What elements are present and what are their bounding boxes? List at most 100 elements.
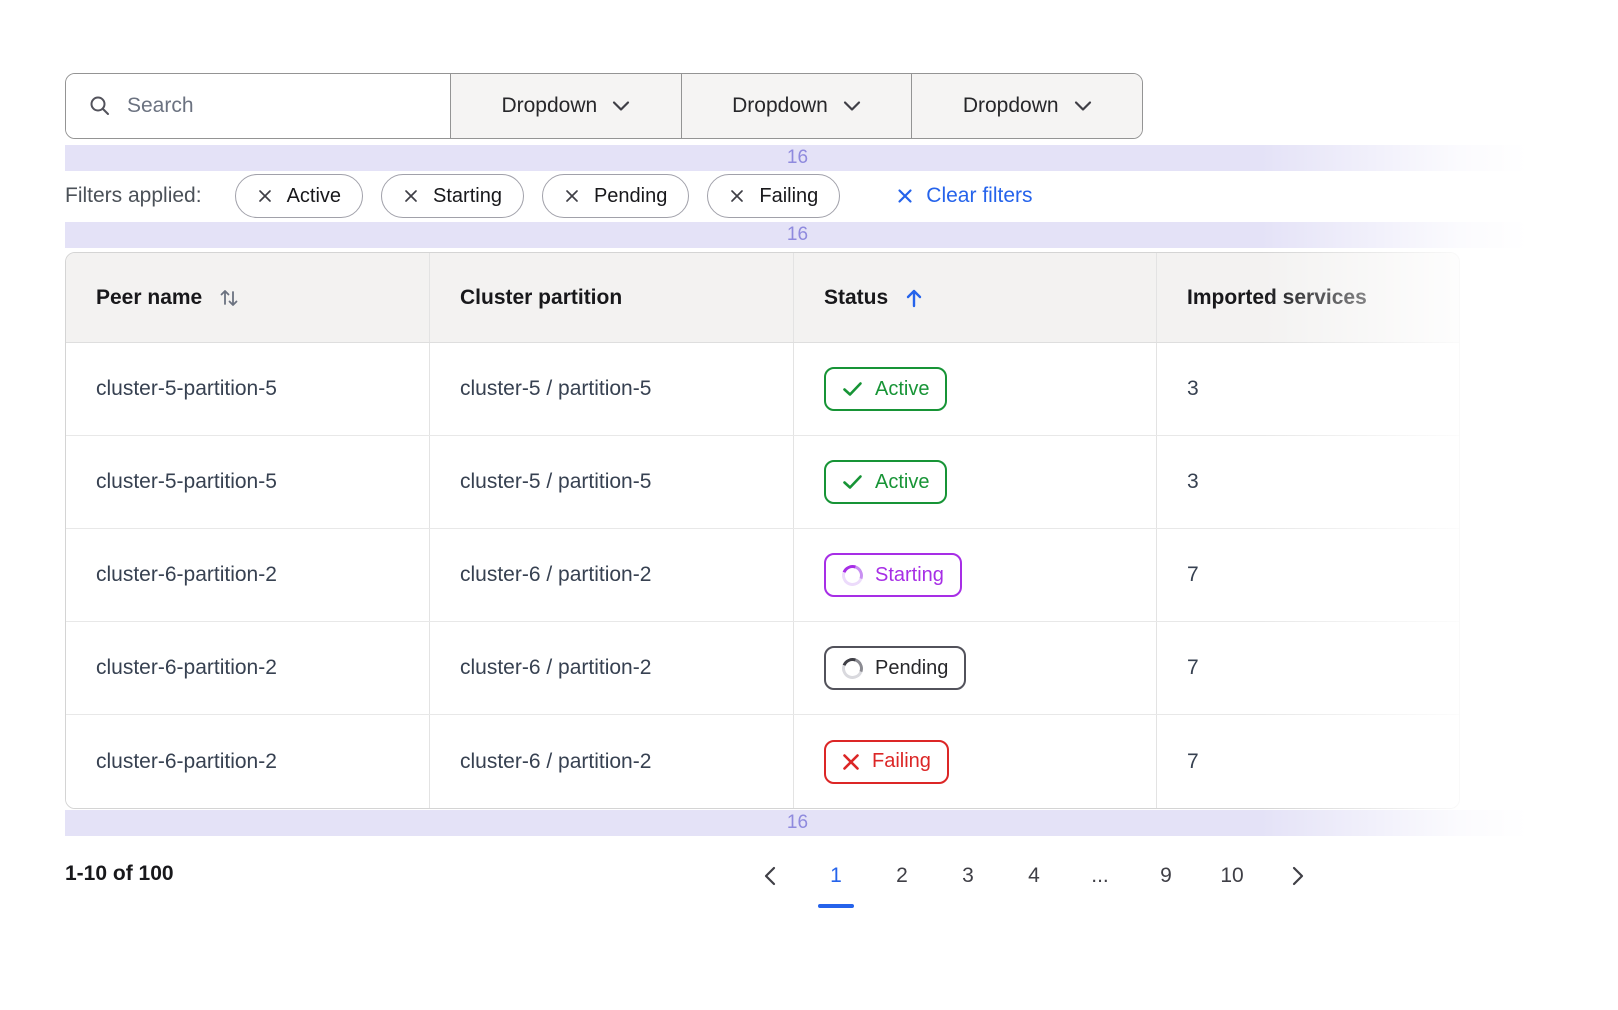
filter-chip-label: Active bbox=[287, 185, 341, 208]
pagination: 1 2 3 4 ... 9 10 bbox=[750, 852, 1318, 900]
check-icon bbox=[842, 474, 863, 490]
search-icon bbox=[88, 94, 112, 118]
previous-page-button[interactable] bbox=[750, 852, 790, 900]
cell-cluster-partition: cluster-6 / partition-2 bbox=[429, 622, 793, 714]
status-badge-label: Active bbox=[875, 471, 929, 494]
cell-cluster-partition: cluster-5 / partition-5 bbox=[429, 436, 793, 528]
cell-peer-name: cluster-5-partition-5 bbox=[66, 343, 429, 435]
check-icon bbox=[842, 381, 863, 397]
cell-imported-services: 3 bbox=[1156, 343, 1459, 435]
cell-peer-name: cluster-5-partition-5 bbox=[66, 436, 429, 528]
cell-imported-services: 3 bbox=[1156, 436, 1459, 528]
current-page-indicator bbox=[818, 904, 854, 908]
page-number: ... bbox=[1091, 864, 1109, 888]
dropdown-label: Dropdown bbox=[732, 94, 828, 118]
spinner-icon bbox=[839, 654, 867, 682]
status-badge-label: Starting bbox=[875, 564, 944, 587]
filter-chip-starting[interactable]: Starting bbox=[381, 174, 524, 218]
cell-cluster-partition: cluster-5 / partition-5 bbox=[429, 343, 793, 435]
table-row: cluster-6-partition-2 cluster-6 / partit… bbox=[66, 715, 1459, 808]
search-input[interactable] bbox=[127, 94, 427, 118]
status-badge-active: Active bbox=[824, 367, 947, 411]
x-icon bbox=[842, 753, 860, 771]
remove-filter-icon[interactable] bbox=[729, 188, 745, 204]
status-badge-starting: Starting bbox=[824, 553, 962, 597]
table-row: cluster-5-partition-5 cluster-5 / partit… bbox=[66, 436, 1459, 529]
cell-imported-services: 7 bbox=[1156, 715, 1459, 808]
filters-applied-label: Filters applied: bbox=[65, 184, 202, 208]
spacing-marker-16: 16 bbox=[65, 810, 1530, 836]
page-button-1[interactable]: 1 bbox=[816, 852, 856, 900]
status-badge-failing: Failing bbox=[824, 740, 949, 784]
page-button-2[interactable]: 2 bbox=[882, 852, 922, 900]
filter-toolbar: Dropdown Dropdown Dropdown bbox=[65, 73, 1143, 139]
page-button-4[interactable]: 4 bbox=[1014, 852, 1054, 900]
status-badge-active: Active bbox=[824, 460, 947, 504]
page-number: 2 bbox=[896, 864, 908, 888]
cell-cluster-partition: cluster-6 / partition-2 bbox=[429, 715, 793, 808]
status-badge-label: Pending bbox=[875, 657, 948, 680]
filter-chip-active[interactable]: Active bbox=[235, 174, 363, 218]
clear-filters-button[interactable]: Clear filters bbox=[896, 184, 1032, 208]
page-number: 4 bbox=[1028, 864, 1040, 888]
remove-filter-icon[interactable] bbox=[403, 188, 419, 204]
chevron-down-icon bbox=[843, 100, 861, 112]
page-number: 10 bbox=[1220, 864, 1243, 888]
page-number: 3 bbox=[962, 864, 974, 888]
column-header-cluster-partition: Cluster partition bbox=[429, 253, 793, 342]
status-badge-label: Failing bbox=[872, 750, 931, 773]
cell-peer-name: cluster-6-partition-2 bbox=[66, 529, 429, 621]
table-row: cluster-6-partition-2 cluster-6 / partit… bbox=[66, 622, 1459, 715]
filter-chip-pending[interactable]: Pending bbox=[542, 174, 689, 218]
filter-chip-failing[interactable]: Failing bbox=[707, 174, 840, 218]
filter-chip-label: Pending bbox=[594, 185, 667, 208]
column-header-label: Imported services bbox=[1187, 286, 1367, 310]
cell-status: Failing bbox=[793, 715, 1156, 808]
column-header-imported-services: Imported services bbox=[1156, 253, 1459, 342]
table-row: cluster-6-partition-2 cluster-6 / partit… bbox=[66, 529, 1459, 622]
spacing-value: 16 bbox=[787, 812, 808, 834]
status-badge-label: Active bbox=[875, 378, 929, 401]
spacing-marker-16: 16 bbox=[65, 222, 1530, 248]
status-badge-pending: Pending bbox=[824, 646, 966, 690]
cell-status: Active bbox=[793, 436, 1156, 528]
column-header-label: Status bbox=[824, 286, 888, 310]
cell-status: Pending bbox=[793, 622, 1156, 714]
clear-filters-label: Clear filters bbox=[926, 184, 1032, 208]
dropdown-label: Dropdown bbox=[963, 94, 1059, 118]
column-header-label: Peer name bbox=[96, 286, 202, 310]
page-button-10[interactable]: 10 bbox=[1212, 852, 1252, 900]
dropdown-button-1[interactable]: Dropdown bbox=[450, 74, 681, 138]
table-header-row: Peer name Cluster partition Status Impor… bbox=[66, 253, 1459, 343]
chevron-down-icon bbox=[1074, 100, 1092, 112]
dropdown-button-2[interactable]: Dropdown bbox=[681, 74, 912, 138]
applied-filters-row: Filters applied: Active Starting Pending bbox=[65, 174, 1033, 218]
dropdown-button-3[interactable]: Dropdown bbox=[911, 74, 1142, 138]
spacing-value: 16 bbox=[787, 224, 808, 246]
cell-status: Active bbox=[793, 343, 1156, 435]
remove-filter-icon[interactable] bbox=[564, 188, 580, 204]
cell-status: Starting bbox=[793, 529, 1156, 621]
peers-table: Peer name Cluster partition Status Impor… bbox=[65, 252, 1460, 809]
remove-filter-icon[interactable] bbox=[257, 188, 273, 204]
filter-chip-label: Failing bbox=[759, 185, 818, 208]
page-number: 9 bbox=[1160, 864, 1172, 888]
cell-cluster-partition: cluster-6 / partition-2 bbox=[429, 529, 793, 621]
page-button-3[interactable]: 3 bbox=[948, 852, 988, 900]
dropdown-label: Dropdown bbox=[501, 94, 597, 118]
column-header-peer-name[interactable]: Peer name bbox=[66, 253, 429, 342]
clear-filters-icon bbox=[896, 187, 914, 205]
search-box[interactable] bbox=[66, 74, 450, 138]
spacing-marker-16: 16 bbox=[65, 145, 1530, 171]
sort-updown-icon bbox=[218, 287, 240, 309]
page-button-9[interactable]: 9 bbox=[1146, 852, 1186, 900]
next-page-button[interactable] bbox=[1278, 852, 1318, 900]
spacing-value: 16 bbox=[787, 147, 808, 169]
sort-ascending-icon bbox=[904, 287, 924, 309]
cell-imported-services: 7 bbox=[1156, 529, 1459, 621]
page-number: 1 bbox=[830, 864, 842, 888]
filter-chip-label: Starting bbox=[433, 185, 502, 208]
pagination-summary: 1-10 of 100 bbox=[65, 862, 174, 886]
column-header-status[interactable]: Status bbox=[793, 253, 1156, 342]
spinner-icon bbox=[839, 561, 867, 589]
